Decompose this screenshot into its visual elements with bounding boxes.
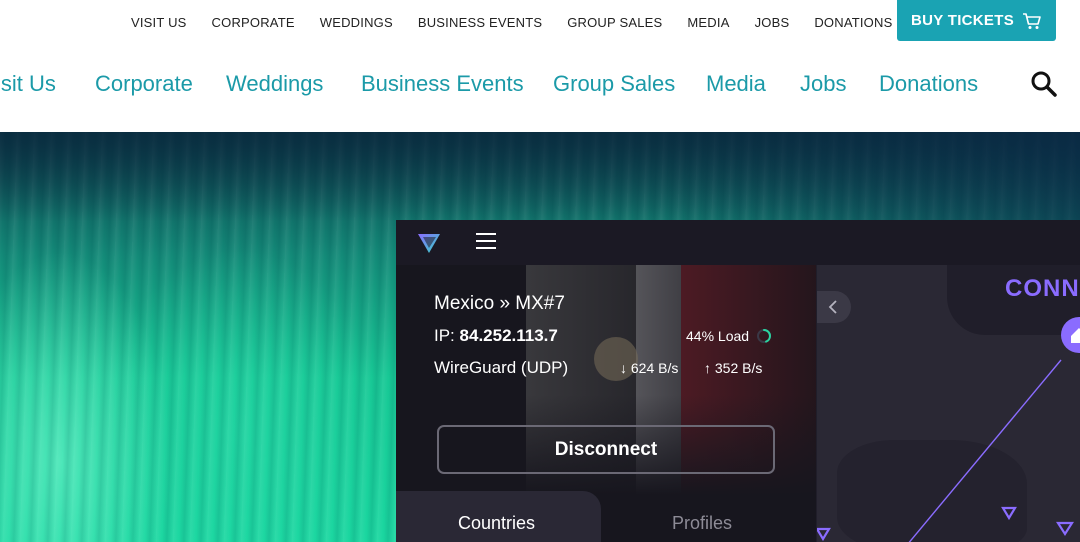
utility-bar: VISIT US CORPORATE WEDDINGS BUSINESS EVE… bbox=[0, 0, 1080, 48]
nav-item-business-events[interactable]: Business Events bbox=[361, 71, 524, 97]
world-map-panel: CONN bbox=[817, 265, 1080, 542]
search-icon[interactable] bbox=[1030, 70, 1058, 98]
arrow-down-icon: ↓ bbox=[620, 360, 627, 376]
utility-nav: VISIT US CORPORATE WEDDINGS BUSINESS EVE… bbox=[131, 15, 892, 30]
download-value: 624 B/s bbox=[630, 360, 679, 376]
connection-route-line bbox=[817, 359, 1075, 542]
upload-speed: ↑ 352 B/s bbox=[704, 360, 762, 376]
load-text: 44% Load bbox=[686, 328, 750, 344]
vpn-logo-icon[interactable] bbox=[416, 231, 442, 255]
tab-profiles-label[interactable]: Profiles bbox=[672, 513, 732, 534]
server-marker-icon bbox=[817, 527, 831, 542]
utility-link-corporate[interactable]: CORPORATE bbox=[212, 15, 295, 30]
server-marker-icon bbox=[1001, 506, 1017, 521]
connection-panel: Mexico » MX#7 IP: 84.252.113.7 44% Load … bbox=[396, 265, 816, 542]
vpn-app-window: Mexico » MX#7 IP: 84.252.113.7 44% Load … bbox=[396, 220, 1080, 542]
ip-label: IP: bbox=[434, 326, 455, 345]
nav-item-weddings[interactable]: Weddings bbox=[226, 71, 323, 97]
tab-countries-label[interactable]: Countries bbox=[458, 513, 535, 534]
hamburger-menu-icon[interactable] bbox=[476, 233, 496, 251]
arrow-up-icon: ↑ bbox=[704, 360, 711, 376]
utility-link-group-sales[interactable]: GROUP SALES bbox=[567, 15, 662, 30]
utility-link-jobs[interactable]: JOBS bbox=[755, 15, 790, 30]
vpn-header bbox=[396, 220, 1080, 265]
nav-item-jobs[interactable]: Jobs bbox=[800, 71, 846, 97]
nav-item-visit-us[interactable]: isit Us bbox=[0, 71, 56, 97]
nav-item-corporate[interactable]: Corporate bbox=[95, 71, 193, 97]
utility-link-visit-us[interactable]: VISIT US bbox=[131, 15, 187, 30]
server-load: 44% Load bbox=[686, 328, 772, 344]
download-speed: ↓ 624 B/s bbox=[620, 360, 678, 376]
ip-address-row: IP: 84.252.113.7 bbox=[434, 326, 558, 346]
utility-link-media[interactable]: MEDIA bbox=[687, 15, 729, 30]
nav-item-media[interactable]: Media bbox=[706, 71, 766, 97]
panel-tabs: Countries Profiles bbox=[396, 491, 816, 542]
server-marker-icon bbox=[1055, 521, 1075, 537]
buy-tickets-button[interactable]: BUY TICKETS bbox=[897, 0, 1056, 41]
disconnect-button[interactable]: Disconnect bbox=[437, 425, 775, 474]
nav-item-group-sales[interactable]: Group Sales bbox=[553, 71, 675, 97]
buy-tickets-label: BUY TICKETS bbox=[910, 12, 1015, 29]
cart-icon bbox=[1023, 12, 1041, 29]
server-name: Mexico » MX#7 bbox=[434, 293, 565, 314]
nav-item-donations[interactable]: Donations bbox=[879, 71, 978, 97]
protocol-name: WireGuard (UDP) bbox=[434, 358, 569, 377]
main-nav: isit Us Corporate Weddings Business Even… bbox=[0, 48, 1080, 132]
upload-value: 352 B/s bbox=[714, 360, 763, 376]
utility-link-donations[interactable]: DONATIONS bbox=[814, 15, 892, 30]
load-ring-icon bbox=[757, 329, 772, 343]
ip-address: 84.252.113.7 bbox=[459, 326, 558, 345]
utility-link-business-events[interactable]: BUSINESS EVENTS bbox=[418, 15, 542, 30]
utility-link-weddings[interactable]: WEDDINGS bbox=[320, 15, 393, 30]
